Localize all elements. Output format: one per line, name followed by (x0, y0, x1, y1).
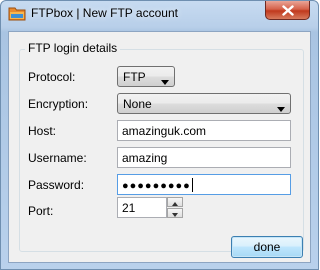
username-value: amazing (122, 151, 168, 165)
done-button[interactable]: done (231, 236, 303, 258)
port-spinner[interactable] (167, 197, 183, 218)
password-label: Password: (28, 178, 85, 192)
protocol-value: FTP (123, 70, 146, 84)
done-button-label: done (253, 240, 281, 254)
dialog-window: FTPbox | New FTP account FTP login detai… (0, 0, 319, 270)
chevron-down-icon (277, 101, 285, 115)
username-input[interactable]: amazing (117, 147, 291, 168)
host-value: amazinguk.com (122, 124, 207, 138)
close-icon (281, 4, 294, 16)
window-title: FTPbox | New FTP account (31, 6, 178, 20)
port-label: Port: (28, 204, 54, 218)
password-value-wrap: ●●●●●●●●● (122, 178, 193, 192)
group-title: FTP login details (25, 41, 121, 55)
title-bar[interactable]: FTPbox | New FTP account (1, 1, 318, 29)
encryption-value: None (123, 97, 152, 111)
host-label: Host: (28, 124, 57, 138)
chevron-down-icon (172, 206, 178, 220)
protocol-label: Protocol: (28, 70, 76, 84)
encryption-label: Encryption: (28, 97, 89, 111)
port-value: 21 (122, 201, 136, 215)
password-masked-value: ●●●●●●●●● (122, 180, 191, 192)
protocol-select[interactable]: FTP (117, 66, 175, 87)
port-input[interactable]: 21 (117, 197, 167, 218)
close-button[interactable] (265, 1, 310, 20)
chevron-down-icon (161, 74, 169, 88)
dialog-client-area: FTP login details Protocol: FTP Encrypti… (8, 31, 311, 263)
username-label: Username: (28, 151, 87, 165)
host-input[interactable]: amazinguk.com (117, 120, 291, 141)
password-input[interactable]: ●●●●●●●●● (117, 174, 291, 195)
ftpbox-app-icon (8, 5, 26, 22)
encryption-select[interactable]: None (117, 93, 291, 114)
text-caret (191, 178, 193, 192)
port-decrement-button[interactable] (167, 208, 183, 218)
